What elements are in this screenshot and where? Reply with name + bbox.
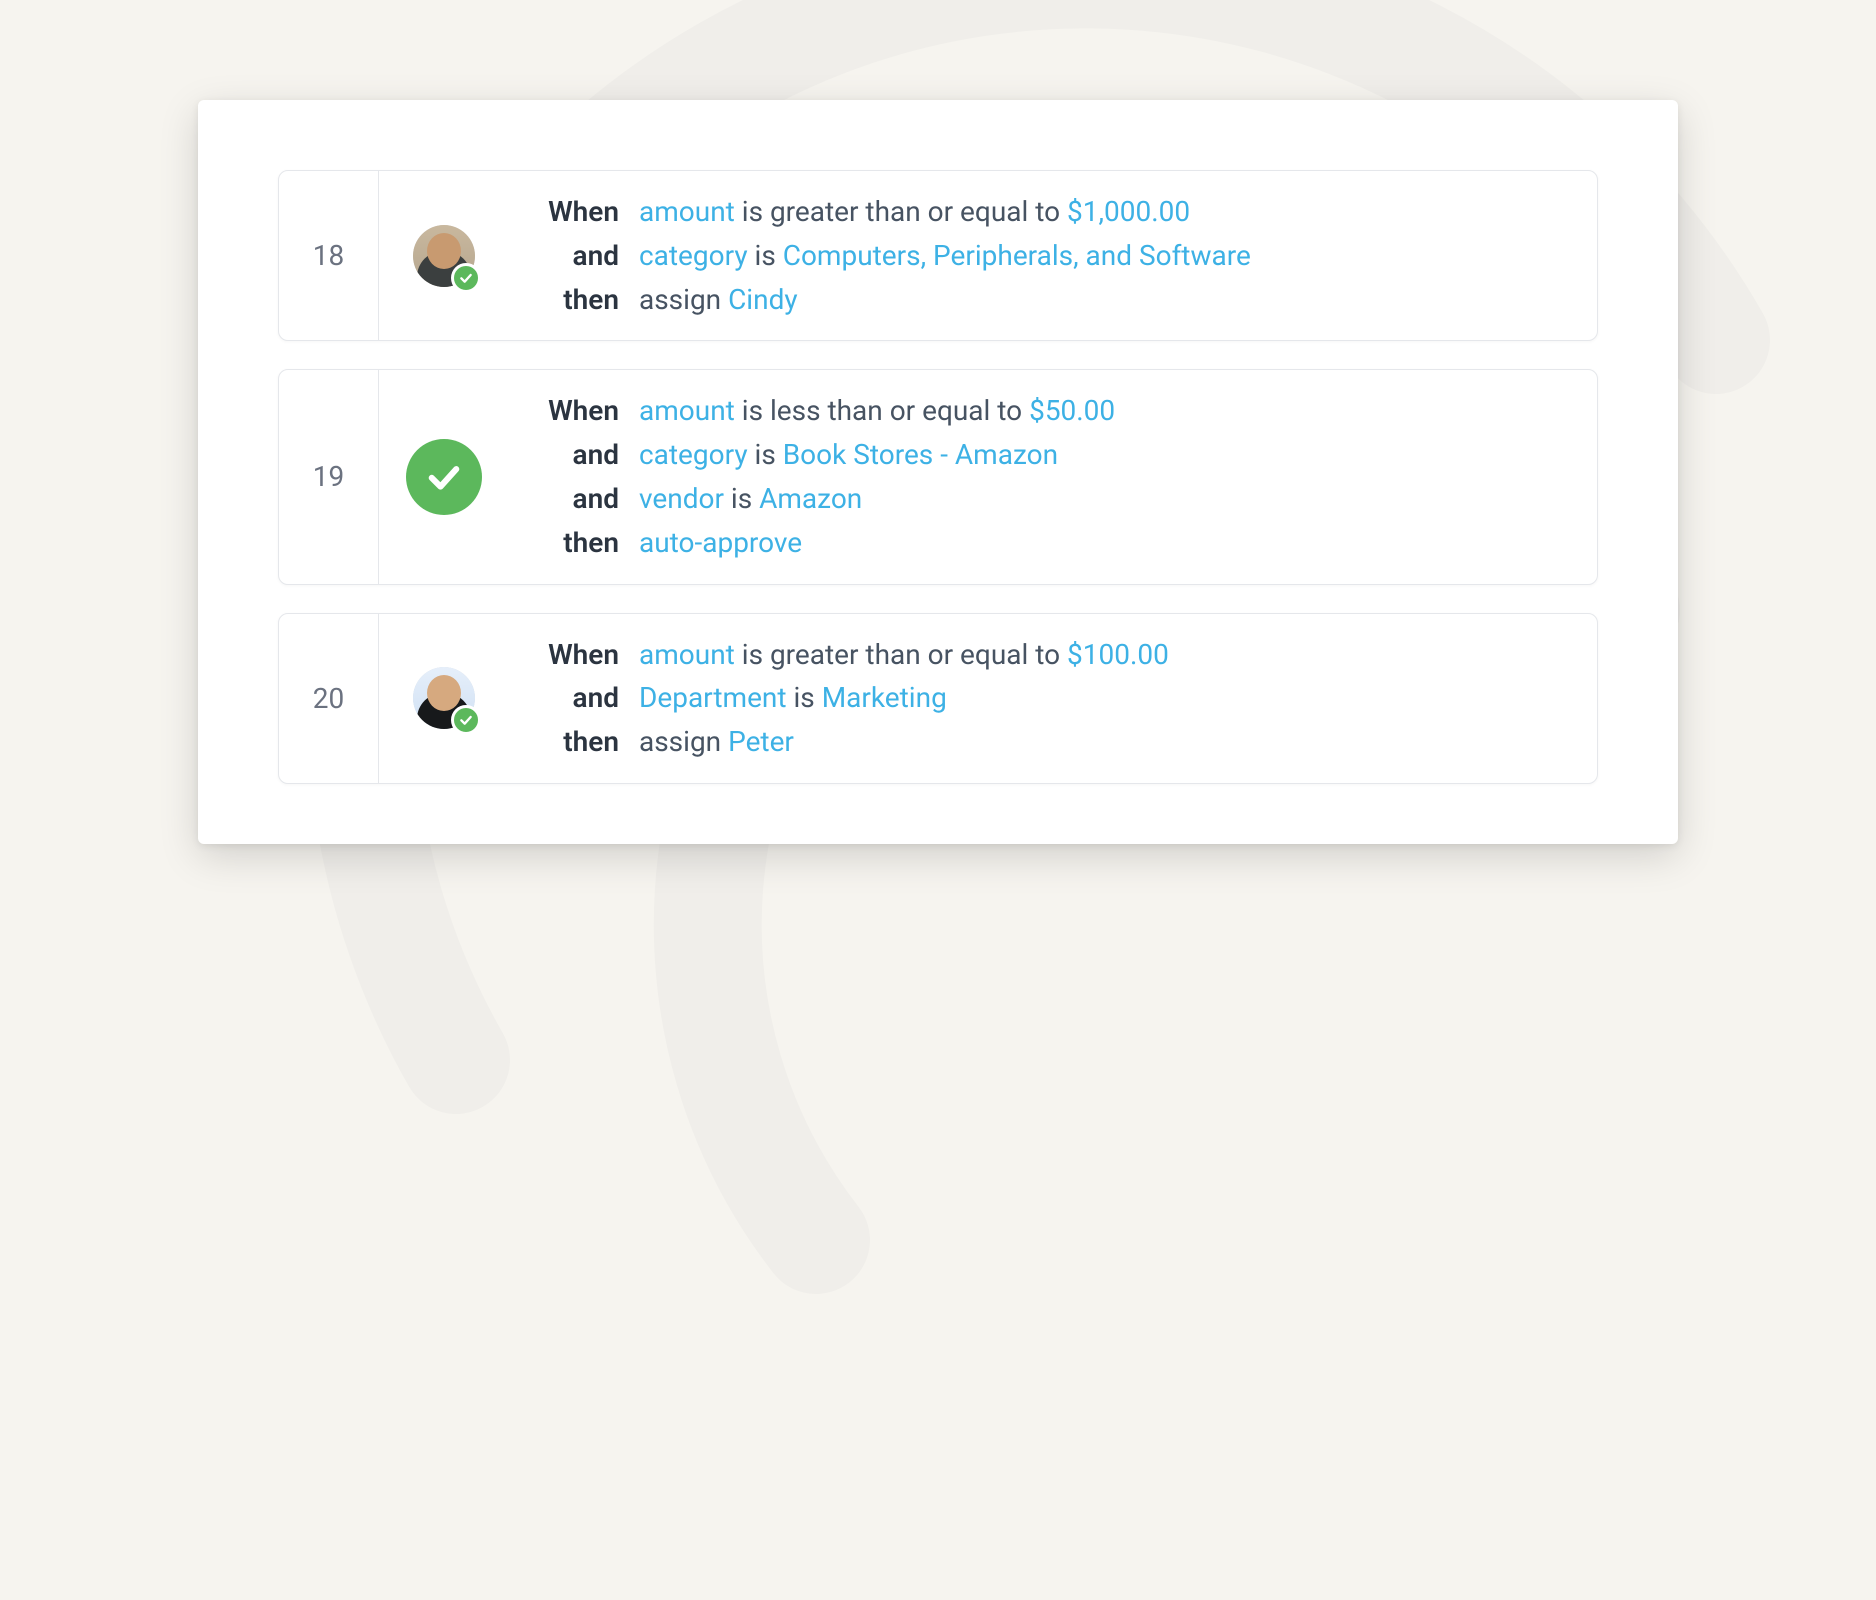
rule-text: is — [724, 482, 759, 515]
rule-keyword: Peter — [728, 725, 794, 758]
rule-keyword: Amazon — [759, 482, 862, 515]
rule-line-value: assign Cindy — [639, 281, 1573, 319]
rule-text: is less than or equal to — [735, 394, 1029, 427]
rule-keyword: amount — [639, 195, 735, 228]
rule-avatar-column — [379, 370, 509, 583]
rule-line-value: amount is greater than or equal to $1,00… — [639, 193, 1573, 231]
rule-text: is — [748, 239, 783, 272]
rule-number: 19 — [313, 460, 344, 493]
rule-text: is — [748, 438, 783, 471]
rule-number: 18 — [313, 239, 344, 272]
rule-label-column: When and then — [519, 193, 639, 318]
rule-value-column: amount is less than or equal to $50.00 ca… — [639, 392, 1573, 561]
rule-line-label: and — [519, 237, 619, 275]
rule-body: When and and then amount is less than or equ… — [509, 370, 1597, 583]
rule-line-value: Department is Marketing — [639, 679, 1573, 717]
rule-text: is — [787, 681, 822, 714]
rule-avatar-column — [379, 614, 509, 783]
rule-line-label: and — [519, 480, 619, 518]
auto-approve-check-icon — [406, 439, 482, 515]
rule-line-value: assign Peter — [639, 723, 1573, 761]
rule-line-label: and — [519, 679, 619, 717]
rule-keyword: category — [639, 438, 748, 471]
rule-value-column: amount is greater than or equal to $1,00… — [639, 193, 1573, 318]
rule-body: When and then amount is greater than or equ… — [509, 171, 1597, 340]
rule-body: When and then amount is greater than or equ… — [509, 614, 1597, 783]
rule-line-label: then — [519, 281, 619, 319]
rule-line-label: When — [519, 392, 619, 430]
rule-line-label: then — [519, 524, 619, 562]
rule-line-value: category is Computers, Peripherals, and … — [639, 237, 1573, 275]
rule-label-column: When and and then — [519, 392, 639, 561]
rule-keyword: auto-approve — [639, 526, 802, 559]
rule-number-column: 18 — [279, 171, 379, 340]
avatar-verified-check-icon — [451, 705, 481, 735]
rule-line-value: vendor is Amazon — [639, 480, 1573, 518]
rule-keyword: $1,000.00 — [1067, 195, 1190, 228]
rule-card[interactable]: 18 When and then amount is greater than or e… — [278, 170, 1598, 341]
rule-keyword: amount — [639, 394, 735, 427]
rule-line-value: amount is greater than or equal to $100.… — [639, 636, 1573, 674]
rule-keyword: Book Stores - Amazon — [783, 438, 1058, 471]
rule-number-column: 19 — [279, 370, 379, 583]
rule-line-label: then — [519, 723, 619, 761]
rule-text: assign — [639, 725, 728, 758]
rule-text: is greater than or equal to — [735, 638, 1067, 671]
rule-number-column: 20 — [279, 614, 379, 783]
rule-text: assign — [639, 283, 728, 316]
rules-panel: 18 When and then amount is greater than or e… — [198, 100, 1678, 844]
rule-keyword: Cindy — [728, 283, 798, 316]
rule-line-label: When — [519, 636, 619, 674]
rule-keyword: $100.00 — [1067, 638, 1169, 671]
rule-line-label: and — [519, 436, 619, 474]
rule-keyword: Computers, Peripherals, and Software — [783, 239, 1251, 272]
rule-number: 20 — [313, 682, 344, 715]
rule-line-value: amount is less than or equal to $50.00 — [639, 392, 1573, 430]
rule-line-label: When — [519, 193, 619, 231]
rule-avatar-column — [379, 171, 509, 340]
rule-keyword: category — [639, 239, 748, 272]
rule-card[interactable]: 19 When and and then amount is less than or e… — [278, 369, 1598, 584]
rule-line-value: auto-approve — [639, 524, 1573, 562]
rule-label-column: When and then — [519, 636, 639, 761]
rule-text: is greater than or equal to — [735, 195, 1067, 228]
avatar-verified-check-icon — [451, 263, 481, 293]
rule-keyword: Department — [639, 681, 787, 714]
avatar — [413, 667, 475, 729]
rule-card[interactable]: 20 When and then amount is greater than or e… — [278, 613, 1598, 784]
rule-keyword: amount — [639, 638, 735, 671]
rule-keyword: $50.00 — [1029, 394, 1115, 427]
rule-keyword: Marketing — [822, 681, 947, 714]
avatar — [413, 225, 475, 287]
rule-line-value: category is Book Stores - Amazon — [639, 436, 1573, 474]
rule-keyword: vendor — [639, 482, 724, 515]
rule-value-column: amount is greater than or equal to $100.… — [639, 636, 1573, 761]
